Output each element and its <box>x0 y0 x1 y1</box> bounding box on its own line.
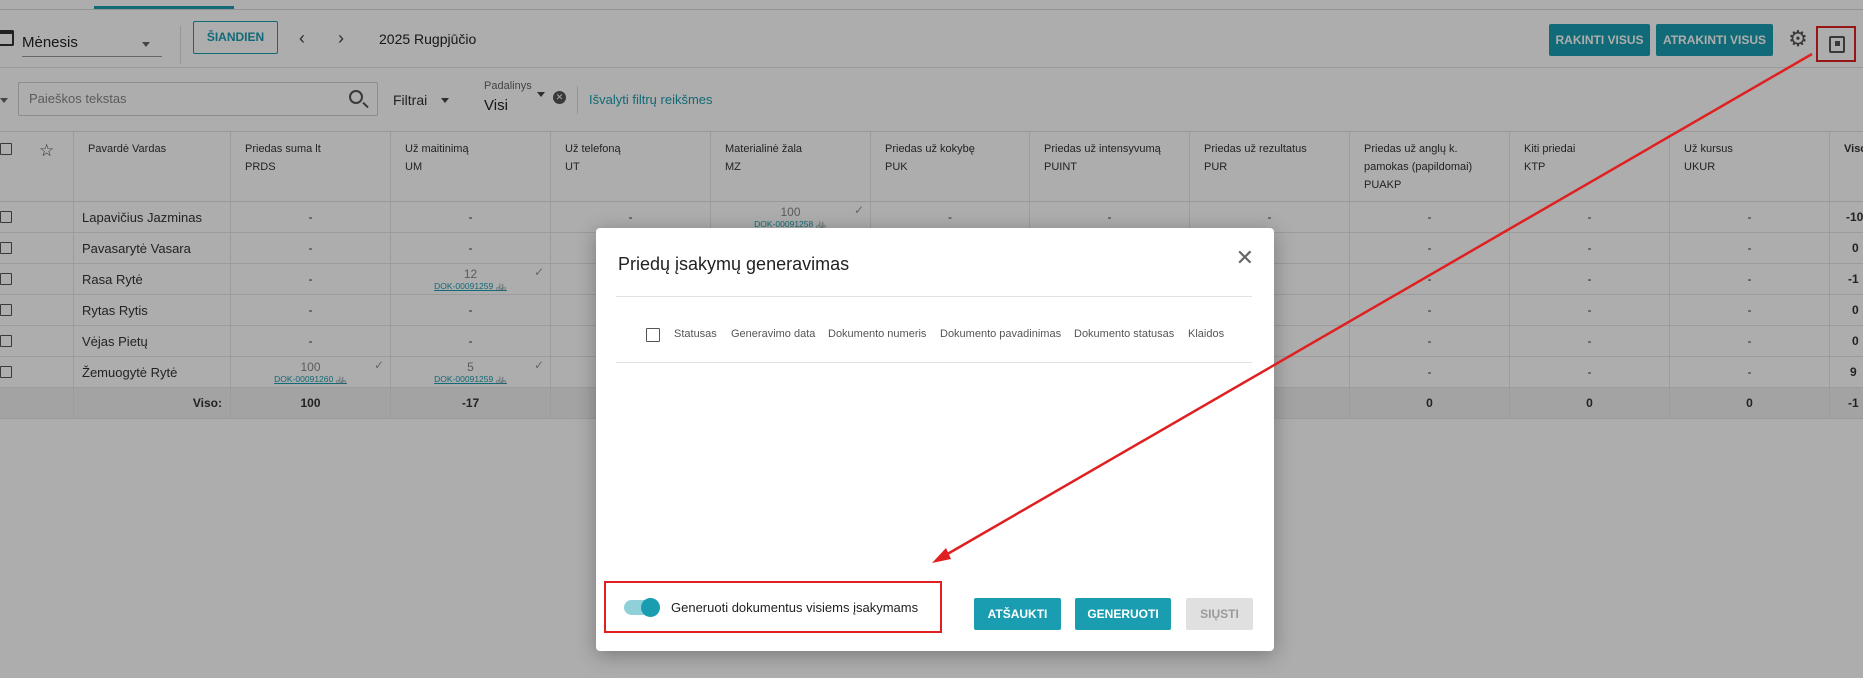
generate-all-label: Generuoti dokumentus visiems įsakymams <box>671 600 919 615</box>
send-button[interactable]: SIŲSTI <box>1186 598 1253 630</box>
select-all-checkbox[interactable] <box>646 328 660 342</box>
column-header[interactable]: Dokumento pavadinimas <box>940 328 1061 340</box>
generate-all-toggle[interactable] <box>624 598 660 617</box>
close-icon[interactable]: ✕ <box>1236 247 1254 269</box>
column-header[interactable]: Statusas <box>674 328 717 340</box>
toggle-highlight: Generuoti dokumentus visiems įsakymams <box>604 581 942 633</box>
dialog-title: Priedų įsakymų generavimas <box>618 254 850 274</box>
divider <box>616 296 1252 297</box>
generate-button[interactable]: GENERUOTI <box>1075 598 1171 630</box>
column-header[interactable]: Dokumento numeris <box>828 328 926 340</box>
column-header[interactable]: Generavimo data <box>731 328 815 340</box>
toggle-knob <box>641 598 660 617</box>
column-header[interactable]: Dokumento statusas <box>1074 328 1174 340</box>
cancel-button[interactable]: ATŠAUKTI <box>974 598 1061 630</box>
column-header[interactable]: Klaidos <box>1188 328 1224 340</box>
divider <box>616 362 1252 363</box>
